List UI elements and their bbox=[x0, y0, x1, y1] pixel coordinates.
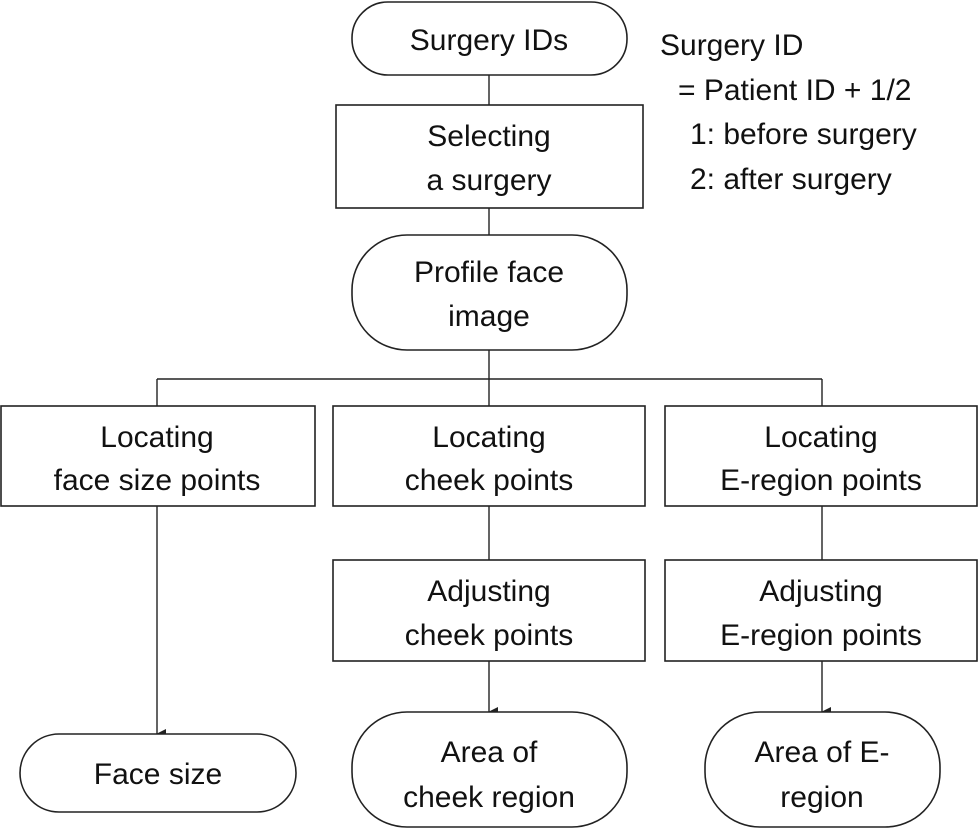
label-locating-face-2: face size points bbox=[54, 464, 261, 497]
annotation-line-4: 2: after surgery bbox=[690, 163, 892, 196]
label-locating-face-1: Locating bbox=[100, 421, 213, 454]
label-locating-eregion-2: E-region points bbox=[720, 464, 922, 497]
label-face-size: Face size bbox=[94, 758, 222, 791]
flowchart-svg: Surgery IDs Selecting a surgery Profile … bbox=[0, 1, 978, 828]
label-profile-2: image bbox=[448, 300, 530, 333]
label-area-eregion-1: Area of E- bbox=[754, 736, 889, 769]
flowchart: Surgery IDs Selecting a surgery Profile … bbox=[0, 0, 980, 831]
label-selecting-1: Selecting bbox=[427, 120, 550, 153]
label-area-eregion-2: region bbox=[780, 781, 863, 814]
annotation-line-3: 1: before surgery bbox=[690, 118, 917, 151]
label-locating-cheek-2: cheek points bbox=[405, 464, 573, 497]
label-selecting-2: a surgery bbox=[426, 164, 551, 197]
label-profile-1: Profile face bbox=[414, 256, 564, 289]
label-area-cheek-2: cheek region bbox=[403, 781, 575, 814]
annotation-line-2: = Patient ID + 1/2 bbox=[678, 74, 911, 107]
label-area-cheek-1: Area of bbox=[441, 736, 538, 769]
label-locating-eregion-1: Locating bbox=[764, 421, 877, 454]
label-adjusting-eregion-2: E-region points bbox=[720, 619, 922, 652]
label-adjusting-cheek-1: Adjusting bbox=[427, 575, 550, 608]
annotation-line-1: Surgery ID bbox=[660, 29, 803, 62]
label-locating-cheek-1: Locating bbox=[432, 421, 545, 454]
surgery-id-annotation: Surgery ID = Patient ID + 1/2 1: before … bbox=[660, 29, 917, 196]
label-surgery-ids: Surgery IDs bbox=[410, 24, 568, 57]
label-adjusting-cheek-2: cheek points bbox=[405, 619, 573, 652]
label-adjusting-eregion-1: Adjusting bbox=[759, 575, 882, 608]
